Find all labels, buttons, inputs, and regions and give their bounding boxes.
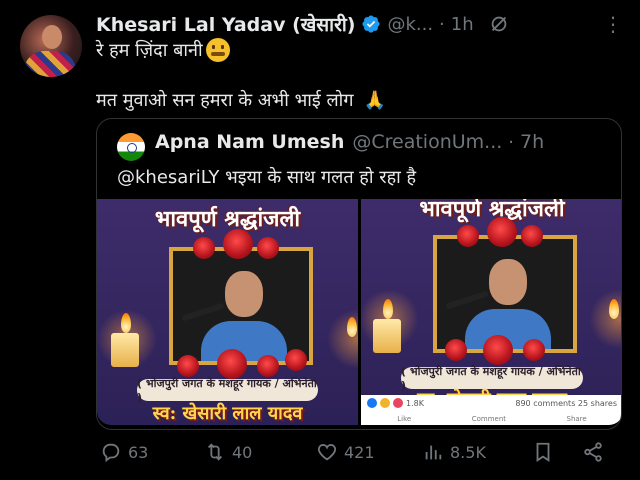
facebook-bar: 1.8K 890 comments 25 shares Like Comment… (361, 395, 621, 425)
avatar-shirt (24, 51, 76, 77)
more-icon[interactable]: ⋮ (603, 12, 624, 36)
candle-glow (589, 289, 621, 349)
quoted-image-2[interactable]: भावपूर्ण श्रद्धांजली ( भोजपुरी जगत के मश… (361, 199, 621, 425)
views-button[interactable]: 8.5K (422, 441, 486, 463)
facebook-comments-shares: 890 comments 25 shares (515, 399, 617, 408)
bookmark-button[interactable] (532, 441, 560, 463)
rose (193, 237, 215, 259)
share-icon (584, 442, 602, 462)
rose (217, 349, 247, 379)
portrait-face (489, 259, 527, 305)
tweet-header: Khesari Lal Yadav (खेसारी) @k... · 1h (96, 10, 620, 38)
rose (483, 335, 513, 365)
rose (445, 339, 467, 361)
poster-subtitle: ( भोजपुरी जगत के मशहूर गायक / अभिनेता ) (137, 377, 318, 404)
quoted-time[interactable]: 7h (520, 131, 544, 153)
like-reaction-icon (367, 398, 377, 408)
reply-icon (102, 443, 120, 463)
poster-banner: भावपूर्ण श्रद्धांजली (154, 206, 301, 232)
quoted-author-avatar[interactable] (117, 133, 145, 161)
quoted-image-1[interactable]: भावपूर्ण श्रद्धांजली ( भोजपुरी जगत के मश… (97, 199, 358, 425)
like-button[interactable]: 421 (316, 441, 375, 463)
separator-dot: · (508, 131, 515, 153)
candle-flame (383, 299, 393, 319)
tribute-poster: भावपूर्ण श्रद्धांजली ( भोजपुरी जगत के मश… (97, 199, 358, 425)
verified-icon (362, 15, 380, 33)
rose (223, 229, 253, 259)
like-count: 421 (344, 442, 375, 462)
quoted-header: Apna Nam Umesh @CreationUm... · 7h (155, 131, 544, 153)
facebook-comment-count: 890 comments (515, 398, 576, 408)
author-name[interactable]: Khesari Lal Yadav (खेसारी) (96, 11, 355, 37)
quoted-text: @khesariLY भइया के साथ गलत हो रहा है (117, 167, 417, 188)
rose (177, 355, 199, 377)
pray-emoji: 🙏 (363, 89, 386, 111)
portrait-frame (433, 235, 577, 353)
candle-flame (609, 299, 619, 319)
share-button[interactable] (582, 441, 610, 463)
tweet-actions: 63 40 421 8.5K (96, 436, 622, 468)
rose (285, 349, 307, 371)
quoted-author-handle[interactable]: @CreationUm... (352, 131, 502, 153)
rose (457, 225, 479, 247)
thinking-emoji (205, 38, 230, 62)
views-icon (425, 445, 442, 460)
avatar-face (42, 25, 62, 49)
tweet-time[interactable]: 1h (451, 14, 474, 35)
poster-subtitle: ( भोजपुरी जगत के मशहूर गायक / अभिनेता ) (401, 365, 583, 392)
reply-button[interactable]: 63 (100, 441, 148, 463)
tweet-text-line2-text: मत मुवाओ सन हमरा के अभी भाई लोग (96, 90, 354, 111)
repost-button[interactable]: 40 (204, 441, 252, 463)
love-reaction-icon (393, 398, 403, 408)
rose (487, 217, 517, 247)
reply-count: 63 (128, 442, 149, 462)
separator-dot: · (439, 13, 445, 35)
candle-flame (347, 317, 357, 337)
facebook-like-label: Like (397, 415, 412, 423)
repost-count: 40 (232, 442, 253, 462)
facebook-actions-row: Like Comment Share (367, 415, 617, 423)
facebook-reactions: 1.8K (367, 398, 424, 408)
facebook-reaction-count: 1.8K (406, 398, 424, 408)
candle (111, 333, 139, 367)
bookmark-icon (536, 442, 550, 462)
facebook-comment-label: Comment (471, 415, 507, 423)
author-handle[interactable]: @k... (387, 14, 433, 35)
facebook-share-count: 25 shares (577, 398, 617, 408)
microphone (445, 290, 489, 310)
poster-banner: भावपूर्ण श्रद्धांजली (419, 199, 565, 222)
facebook-stats-row: 1.8K 890 comments 25 shares (367, 398, 617, 408)
poster-name: स्व: खेसारी लाल यादव (152, 403, 303, 424)
rose (521, 225, 543, 247)
grok-icon[interactable] (488, 13, 510, 35)
rose (523, 339, 545, 361)
microphone (181, 302, 225, 322)
portrait-frame (169, 247, 313, 365)
rose (257, 237, 279, 259)
like-icon (317, 444, 337, 461)
portrait-face (225, 271, 263, 317)
candle (373, 319, 401, 353)
repost-icon (207, 443, 223, 461)
tweet-text-line1: रे हम ज़िंदा बानी (96, 38, 230, 62)
tribute-poster: भावपूर्ण श्रद्धांजली ( भोजपुरी जगत के मश… (361, 199, 621, 425)
candle-flame (121, 313, 131, 333)
quoted-author-name[interactable]: Apna Nam Umesh (155, 131, 344, 153)
facebook-share-label: Share (566, 415, 587, 423)
laugh-reaction-icon (380, 398, 390, 408)
views-count: 8.5K (450, 442, 486, 462)
author-avatar[interactable] (20, 15, 82, 77)
tweet-text-line2: मत मुवाओ सन हमरा के अभी भाई लोग 🙏 (96, 88, 386, 112)
quoted-tweet[interactable]: Apna Nam Umesh @CreationUm... · 7h @khes… (96, 118, 622, 430)
rose (257, 355, 279, 377)
tweet-text-line1-text: रे हम ज़िंदा बानी (96, 40, 203, 61)
